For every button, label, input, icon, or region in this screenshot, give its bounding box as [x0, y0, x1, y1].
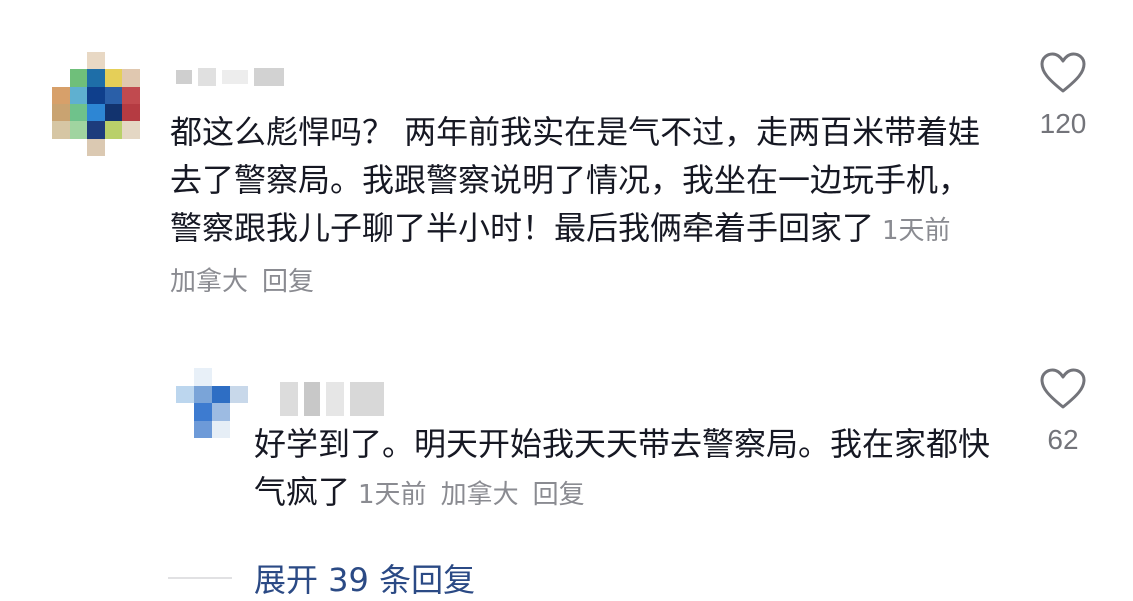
username-block: [222, 70, 248, 84]
avatar-pixel: [87, 121, 105, 139]
username-block: [304, 382, 320, 416]
username-block: [280, 382, 298, 416]
avatar-pixel: [230, 420, 248, 438]
reply-button[interactable]: 回复: [262, 267, 314, 297]
expand-replies-button[interactable]: 展开 39 条回复: [254, 555, 475, 601]
avatar-pixel: [104, 69, 123, 87]
comment-location: 加拿大: [440, 480, 519, 510]
avatar-pixel: [104, 104, 123, 122]
avatar-pixel: [176, 368, 194, 386]
like-group: 62: [1018, 368, 1108, 456]
avatar-pixel: [122, 69, 140, 87]
avatar-pixel: [176, 403, 194, 421]
avatar-pixel: [122, 104, 140, 122]
username-block: [254, 68, 284, 86]
username-blurred[interactable]: [280, 382, 384, 416]
avatar-pixel: [52, 138, 70, 156]
avatar-pixel: [69, 52, 88, 70]
avatar-pixel: [69, 86, 88, 104]
username-block: [176, 70, 192, 84]
comment-time: 1天前: [358, 480, 427, 510]
heart-icon[interactable]: [1040, 52, 1086, 94]
avatar-pixel: [87, 138, 105, 156]
like-count: 62: [1047, 424, 1079, 455]
avatar-pixel: [52, 69, 70, 87]
avatar-pixel: [87, 69, 105, 87]
comment-meta: 1天前加拿大回复: [358, 480, 599, 510]
avatar-pixel: [104, 121, 123, 139]
avatar-pixel: [52, 104, 70, 122]
reply-button[interactable]: 回复: [533, 480, 585, 510]
avatar-pixel: [52, 86, 70, 104]
avatar-pixel: [176, 420, 194, 438]
avatar-pixel: [212, 385, 230, 403]
username-blurred[interactable]: [176, 68, 284, 86]
avatar-pixel: [122, 121, 140, 139]
avatar-pixel: [212, 420, 230, 438]
avatar-pixel: [212, 368, 230, 386]
avatar-pixel: [122, 138, 140, 156]
avatar[interactable]: [176, 368, 248, 438]
avatar-pixel: [69, 138, 88, 156]
avatar-pixel: [194, 420, 212, 438]
heart-icon[interactable]: [1040, 368, 1086, 410]
avatar-pixel: [104, 86, 123, 104]
avatar-pixel: [69, 69, 88, 87]
avatar-pixel: [52, 121, 70, 139]
avatar-pixel: [122, 86, 140, 104]
avatar-pixel: [194, 368, 212, 386]
username-block: [198, 68, 216, 86]
comment-location: 加拿大: [170, 267, 249, 297]
expand-replies-row: 展开 39 条回复: [168, 556, 475, 600]
avatar-pixel: [230, 385, 248, 403]
avatar-pixel: [104, 138, 123, 156]
avatar-pixel: [230, 368, 248, 386]
avatar-pixel: [104, 52, 123, 70]
avatar-pixel: [69, 104, 88, 122]
username-block: [326, 382, 344, 416]
like-group: 120: [1018, 52, 1108, 140]
avatar-pixel: [122, 52, 140, 70]
avatar[interactable]: [52, 52, 140, 156]
username-block: [350, 382, 384, 416]
avatar-pixel: [87, 104, 105, 122]
comment-time: 1天前: [882, 216, 951, 246]
like-count: 120: [1039, 108, 1087, 139]
avatar-pixel: [194, 403, 212, 421]
avatar-pixel: [69, 121, 88, 139]
avatar-pixel: [87, 86, 105, 104]
avatar-pixel: [194, 385, 212, 403]
avatar-pixel: [212, 403, 230, 421]
divider: [168, 577, 232, 579]
avatar-pixel: [176, 385, 194, 403]
comment-text: 都这么彪悍吗？ 两年前我实在是气不过，走两百米带着娃去了警察局。我跟警察说明了情…: [170, 108, 990, 306]
avatar-pixel: [87, 52, 105, 70]
avatar-pixel: [230, 403, 248, 421]
comment-content: 都这么彪悍吗？ 两年前我实在是气不过，走两百米带着娃去了警察局。我跟警察说明了情…: [170, 113, 981, 247]
avatar-pixel: [52, 52, 70, 70]
comment-text: 好学到了。明天开始我天天带去警察局。我在家都快气疯了 1天前 加拿大 回复: [254, 420, 994, 519]
